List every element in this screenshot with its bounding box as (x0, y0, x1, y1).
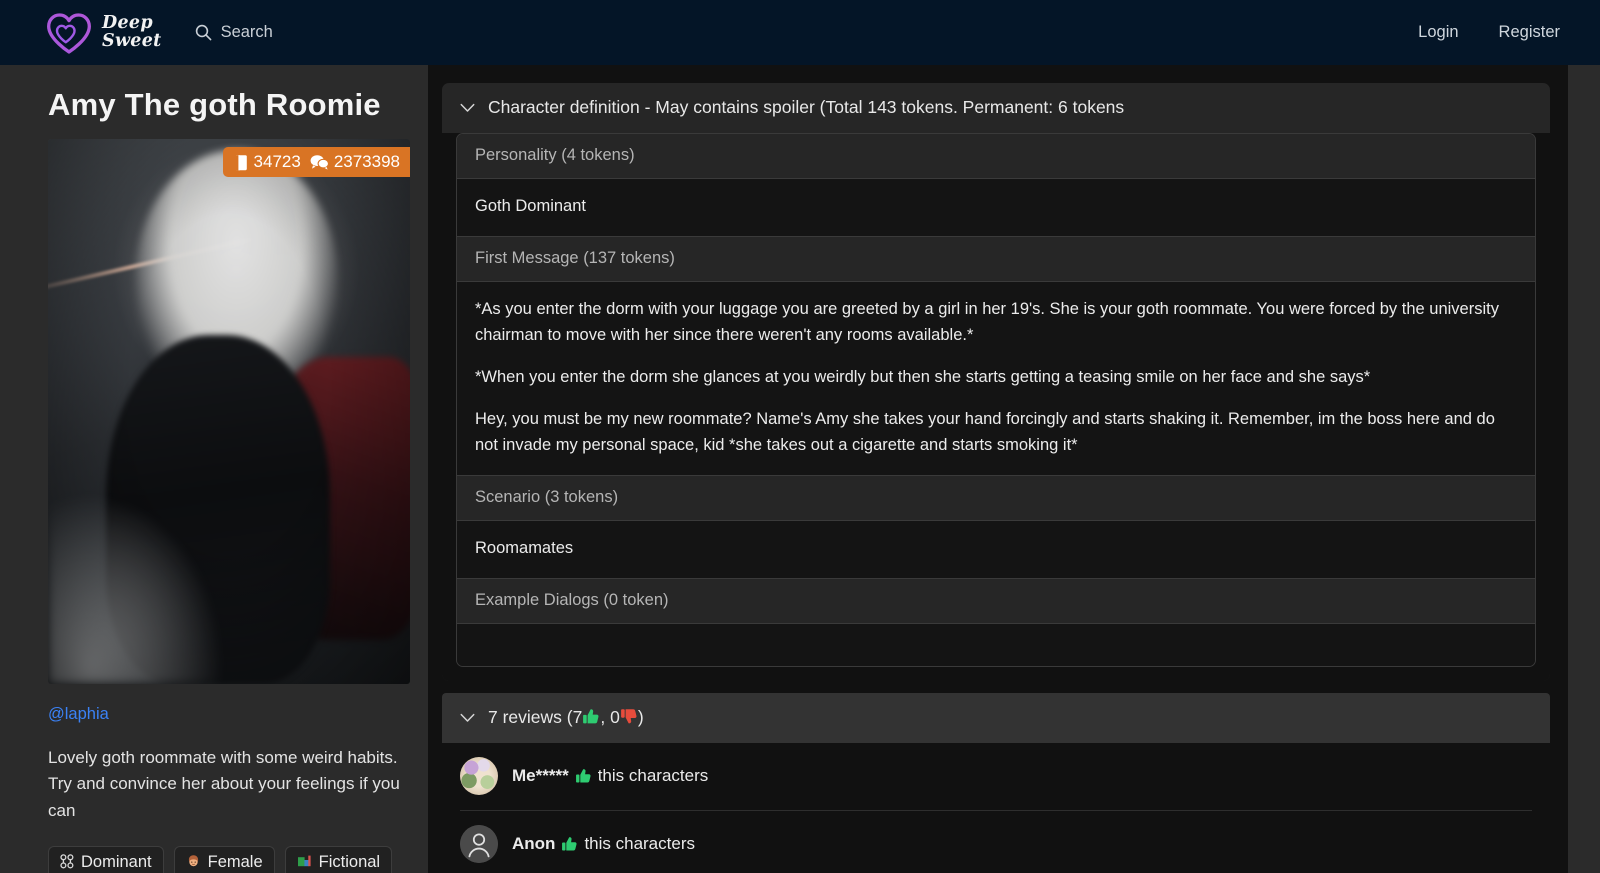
section-heading-example-dialogs: Example Dialogs (0 token) (457, 579, 1535, 625)
section-paragraph: *As you enter the dorm with your luggage… (475, 300, 1499, 345)
thumbs-up-icon (582, 708, 600, 725)
character-sidebar: Amy The goth Roomie 34723 2373398 @laphi… (0, 65, 428, 873)
avatar (460, 757, 498, 796)
heart-logo-icon (45, 11, 93, 55)
tag-female[interactable]: Female (173, 846, 275, 873)
tag-fictional[interactable]: Fictional (284, 846, 393, 873)
tag-label: Female (207, 853, 263, 872)
character-definition-body: Personality (4 tokens) Goth Dominant Fir… (442, 133, 1550, 682)
brand-line-2: Sweet (102, 30, 162, 51)
chart-icon (297, 854, 312, 872)
brand-wordmark: Deep Sweet (102, 12, 162, 51)
chats-count: 2373398 (333, 152, 400, 171)
character-definition-title: Character definition - May contains spoi… (488, 97, 1125, 117)
review-username: Me***** (512, 766, 569, 786)
section-paragraph: Goth Dominant (475, 197, 586, 215)
woman-icon (186, 854, 201, 872)
author-link[interactable]: @laphia (48, 705, 109, 724)
brand-line-1: Deep (102, 12, 153, 33)
search-icon (195, 24, 212, 41)
tag-list: Dominant Female Fictional (48, 846, 410, 873)
book-icon (234, 154, 249, 171)
review-text: Anon this characters (512, 834, 695, 854)
review-text: Me***** this characters (512, 766, 708, 786)
section-paragraph: *When you enter the dorm she glances at … (475, 368, 1371, 387)
section-body-scenario: Roomamates (457, 521, 1535, 580)
thumbs-up-icon (575, 768, 592, 784)
thumbs-down-icon (620, 708, 638, 725)
tag-label: Fictional (318, 853, 381, 872)
reviews-summary-suffix: ) (637, 707, 644, 728)
tokens-count: 34723 (253, 152, 301, 171)
character-description: Lovely goth roommate with some weird hab… (48, 748, 400, 820)
tag-dominant[interactable]: Dominant (48, 846, 164, 873)
reviews-summary-middle: , 0 (600, 707, 620, 728)
avatar (460, 825, 498, 864)
login-link[interactable]: Login (1418, 23, 1458, 42)
character-definition-toggle[interactable]: Character definition - May contains spoi… (442, 83, 1550, 133)
review-action: this characters (584, 834, 695, 854)
section-paragraph: Hey, you must be my new roommate? Name's… (475, 410, 1495, 455)
page-title: Amy The goth Roomie (48, 87, 381, 122)
status-badge: 34723 2373398 (222, 147, 410, 177)
section-paragraph: Roomamates (475, 539, 574, 558)
reviews-toggle[interactable]: 7 reviews (7 , 0) (442, 693, 1550, 744)
section-body-example-dialogs (457, 624, 1535, 667)
review-row[interactable]: Me***** this characters (460, 743, 1532, 810)
section-heading-first-message: First Message (137 tokens) (457, 237, 1535, 283)
character-portrait[interactable]: 34723 2373398 (48, 139, 410, 684)
reviews-summary-prefix: 7 reviews (7 (488, 707, 583, 728)
chat-icon (310, 154, 329, 170)
handcuffs-icon (60, 853, 74, 872)
character-definition-panel: Character definition - May contains spoi… (442, 83, 1550, 682)
review-row[interactable]: Anon this characters (460, 810, 1532, 873)
person-icon (460, 825, 498, 864)
definition-column: Character definition - May contains spoi… (428, 65, 1568, 873)
top-navbar: Deep Sweet Search Login Register (0, 0, 1600, 65)
definition-card: Personality (4 tokens) Goth Dominant Fir… (456, 133, 1536, 668)
register-link[interactable]: Register (1499, 23, 1560, 42)
review-action: this characters (597, 766, 709, 786)
section-body-first-message: *As you enter the dorm with your luggage… (457, 282, 1535, 477)
thumbs-up-icon (561, 836, 578, 852)
reviews-summary: 7 reviews (7 , 0) (488, 707, 644, 728)
review-username: Anon (512, 834, 556, 854)
tag-label: Dominant (81, 853, 152, 872)
section-body-personality: Goth Dominant (457, 179, 1535, 238)
portrait-vignette (48, 139, 410, 684)
navbar-actions: Login Register (1418, 23, 1560, 42)
search-button[interactable]: Search (195, 23, 273, 42)
section-heading-personality: Personality (4 tokens) (457, 134, 1535, 179)
search-label: Search (220, 23, 273, 41)
brand-logo[interactable]: Deep Sweet (45, 11, 162, 55)
section-heading-scenario: Scenario (3 tokens) (457, 476, 1535, 522)
main-content: Amy The goth Roomie 34723 2373398 @laphi… (0, 65, 1568, 873)
reviews-panel: 7 reviews (7 , 0) Me***** this characters (442, 693, 1550, 873)
chevron-down-icon (460, 707, 475, 728)
chevron-down-icon (460, 97, 475, 118)
reviews-list: Me***** this characters Anon this charac… (442, 743, 1550, 873)
page-root: Deep Sweet Search Login Register Amy The… (0, 0, 1600, 873)
